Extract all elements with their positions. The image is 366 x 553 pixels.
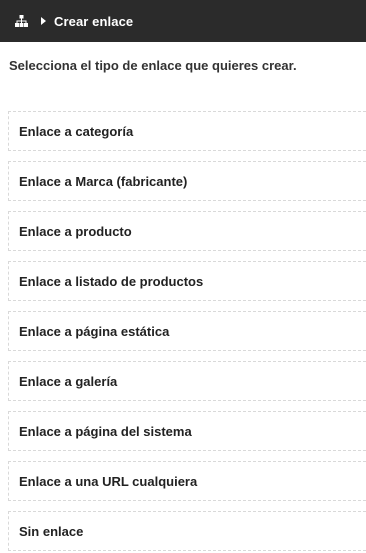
- header-bar: Crear enlace: [0, 0, 366, 42]
- option-label: Sin enlace: [19, 523, 84, 539]
- caret-right-icon: [41, 17, 46, 25]
- page-title: Crear enlace: [54, 13, 134, 29]
- option-label: Enlace a página del sistema: [19, 423, 192, 439]
- option-no-link[interactable]: Sin enlace: [8, 511, 366, 551]
- option-label: Enlace a categoría: [19, 123, 134, 139]
- create-link-panel: Crear enlace Selecciona el tipo de enlac…: [0, 0, 366, 553]
- option-static-page-link[interactable]: Enlace a página estática: [8, 311, 366, 351]
- option-product-link[interactable]: Enlace a producto: [8, 211, 366, 251]
- option-label: Enlace a galería: [19, 373, 118, 389]
- option-label: Enlace a Marca (fabricante): [19, 173, 188, 189]
- instruction-text: Selecciona el tipo de enlace que quieres…: [9, 58, 297, 73]
- option-label: Enlace a listado de productos: [19, 273, 204, 289]
- option-label: Enlace a página estática: [19, 323, 170, 339]
- option-category-link[interactable]: Enlace a categoría: [8, 111, 366, 151]
- option-url-link[interactable]: Enlace a una URL cualquiera: [8, 461, 366, 501]
- option-product-list-link[interactable]: Enlace a listado de productos: [8, 261, 366, 301]
- option-label: Enlace a una URL cualquiera: [19, 473, 198, 489]
- option-brand-link[interactable]: Enlace a Marca (fabricante): [8, 161, 366, 201]
- option-label: Enlace a producto: [19, 223, 132, 239]
- sitemap-icon[interactable]: [15, 15, 28, 27]
- option-system-page-link[interactable]: Enlace a página del sistema: [8, 411, 366, 451]
- link-type-list: Enlace a categoría Enlace a Marca (fabri…: [8, 111, 366, 553]
- option-gallery-link[interactable]: Enlace a galería: [8, 361, 366, 401]
